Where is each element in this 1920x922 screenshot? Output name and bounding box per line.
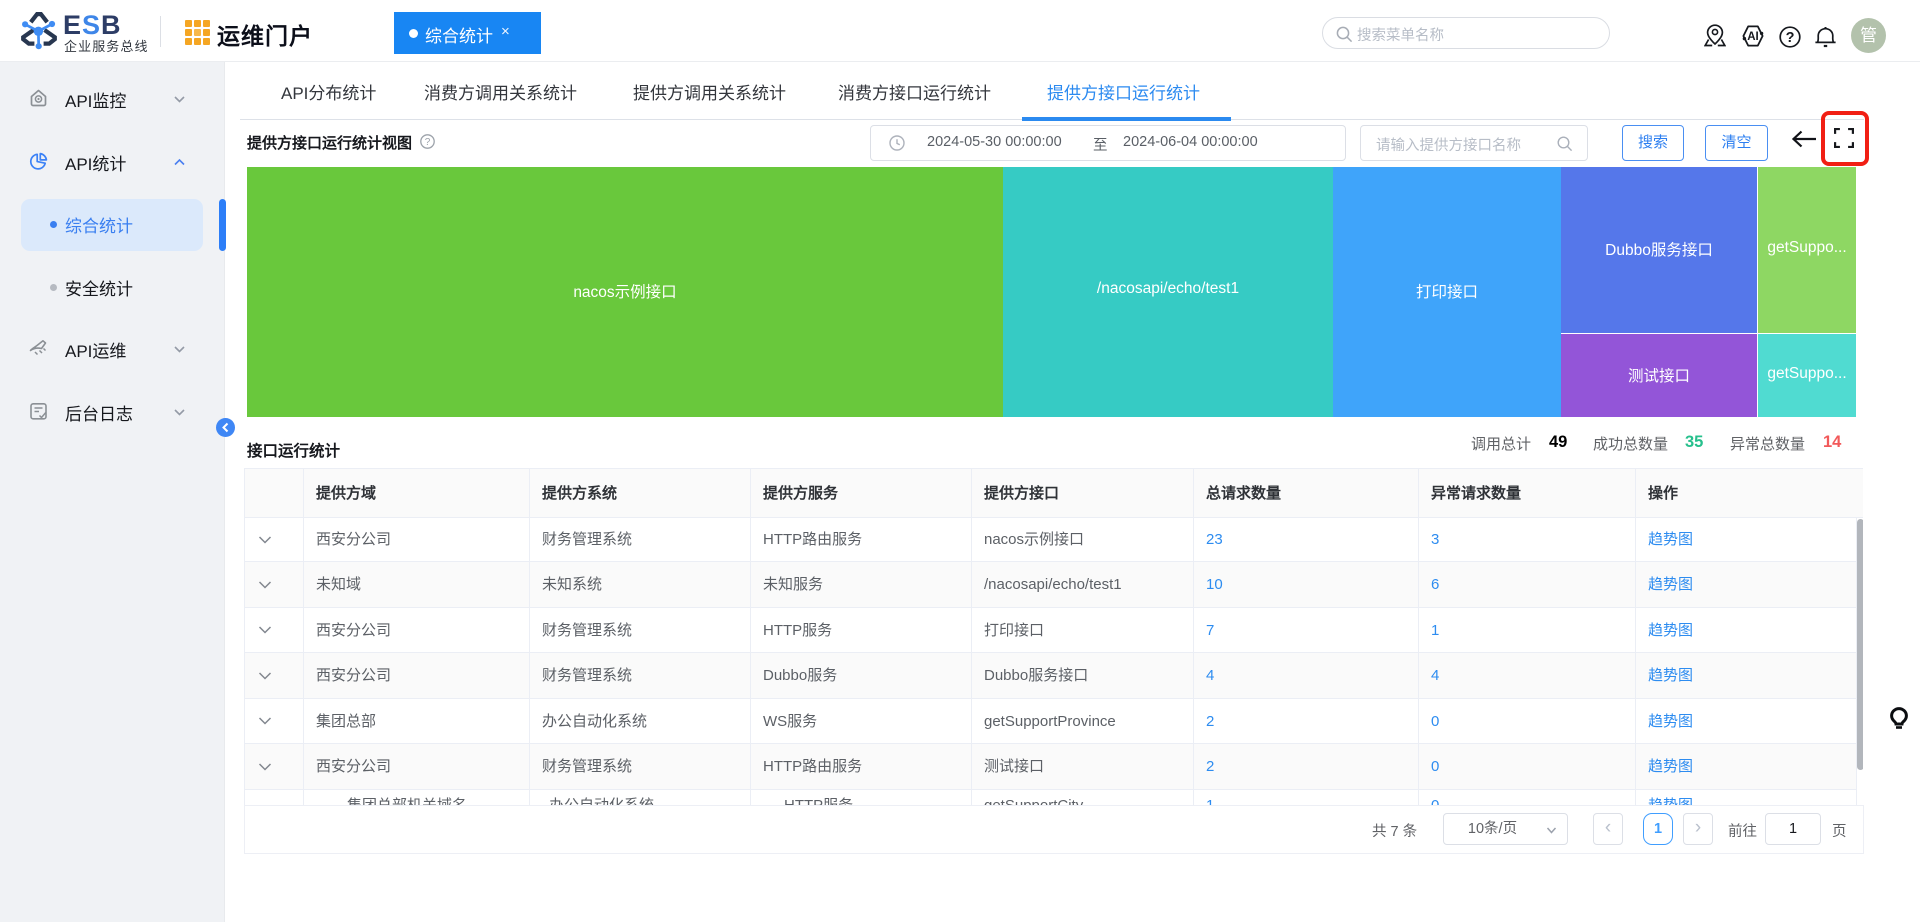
svg-text:?: ? [425, 137, 431, 148]
svg-text:?: ? [1786, 30, 1795, 46]
svg-text:AI: AI [1747, 31, 1759, 43]
